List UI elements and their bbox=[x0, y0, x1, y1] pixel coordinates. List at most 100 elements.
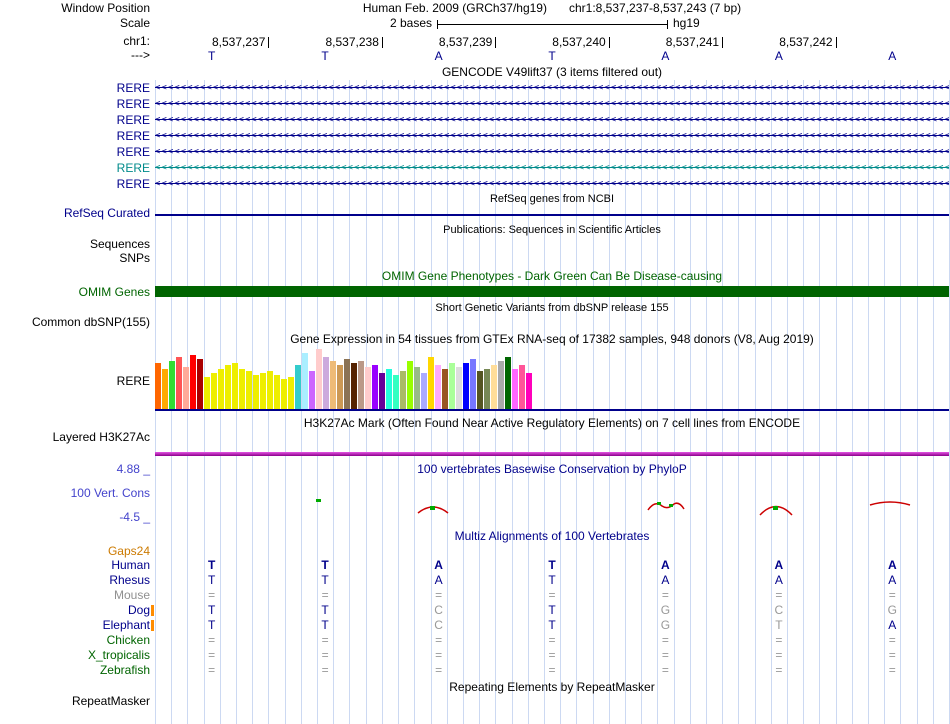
gtex-gene-label[interactable]: RERE bbox=[0, 375, 150, 388]
species-label-elephant[interactable]: Elephant bbox=[0, 619, 150, 632]
gene-label[interactable]: RERE bbox=[0, 178, 150, 191]
gtex-tissue-bar[interactable] bbox=[239, 369, 245, 409]
gene-transcript[interactable]: <<<<<<<<<<<<<<<<<<<<<<<<<<<<<<<<<<<<<<<<… bbox=[155, 98, 949, 111]
gtex-tissue-bar[interactable] bbox=[309, 371, 315, 409]
gtex-tissue-bar[interactable] bbox=[442, 369, 448, 409]
gene-label[interactable]: RERE bbox=[0, 114, 150, 127]
gtex-tissue-bar[interactable] bbox=[281, 379, 287, 409]
gtex-tissue-bar[interactable] bbox=[484, 369, 490, 409]
gtex-tissue-bar[interactable] bbox=[344, 359, 350, 409]
dbsnp-label[interactable]: Common dbSNP(155) bbox=[0, 316, 150, 329]
gtex-tissue-bar[interactable] bbox=[400, 371, 406, 409]
gtex-tissue-bar[interactable] bbox=[162, 369, 168, 409]
species-label-mouse[interactable]: Mouse bbox=[0, 589, 150, 602]
gtex-tissue-bar[interactable] bbox=[512, 369, 518, 409]
publications-track-title[interactable]: Publications: Sequences in Scientific Ar… bbox=[155, 224, 949, 237]
refseq-curated-line[interactable] bbox=[155, 214, 949, 216]
h3k27ac-signal-line[interactable] bbox=[155, 452, 949, 456]
gtex-tissue-bar[interactable] bbox=[197, 359, 203, 409]
gene-transcript[interactable]: <<<<<<<<<<<<<<<<<<<<<<<<<<<<<<<<<<<<<<<<… bbox=[155, 146, 949, 159]
phylop-track-title[interactable]: 100 vertebrates Basewise Conservation by… bbox=[155, 463, 949, 476]
gtex-tissue-bar[interactable] bbox=[330, 361, 336, 409]
species-label-zebrafish[interactable]: Zebrafish bbox=[0, 664, 150, 677]
gtex-tissue-bar[interactable] bbox=[351, 363, 357, 409]
gtex-tissue-bar[interactable] bbox=[204, 377, 210, 409]
gene-label[interactable]: RERE bbox=[0, 82, 150, 95]
gtex-tissue-bar[interactable] bbox=[393, 375, 399, 409]
omim-genes-bar[interactable] bbox=[155, 286, 949, 297]
gtex-tissue-bar[interactable] bbox=[358, 361, 364, 409]
gtex-tissue-bar[interactable] bbox=[365, 367, 371, 409]
gtex-tissue-bar[interactable] bbox=[302, 353, 308, 409]
gtex-tissue-bar[interactable] bbox=[505, 357, 511, 409]
multiz-track-title[interactable]: Multiz Alignments of 100 Vertebrates bbox=[155, 530, 949, 543]
gtex-tissue-bar[interactable] bbox=[260, 373, 266, 409]
gtex-tissue-bar[interactable] bbox=[183, 367, 189, 409]
publications-sequences-label[interactable]: Sequences bbox=[0, 238, 150, 251]
gtex-tissue-bar[interactable] bbox=[407, 361, 413, 409]
gtex-tissue-bar[interactable] bbox=[246, 371, 252, 409]
species-label-rhesus[interactable]: Rhesus bbox=[0, 574, 150, 587]
repeatmasker-label[interactable]: RepeatMasker bbox=[0, 695, 150, 708]
gtex-tissue-bar[interactable] bbox=[435, 365, 441, 409]
gtex-tissue-bar[interactable] bbox=[316, 349, 322, 409]
repeatmasker-track-title[interactable]: Repeating Elements by RepeatMasker bbox=[155, 681, 949, 694]
publications-snps-label[interactable]: SNPs bbox=[0, 252, 150, 265]
gtex-tissue-bar[interactable] bbox=[218, 369, 224, 409]
refseq-curated-label[interactable]: RefSeq Curated bbox=[0, 207, 150, 220]
omim-track-title[interactable]: OMIM Gene Phenotypes - Dark Green Can Be… bbox=[155, 270, 949, 283]
gene-transcript[interactable]: <<<<<<<<<<<<<<<<<<<<<<<<<<<<<<<<<<<<<<<<… bbox=[155, 130, 949, 143]
gtex-tissue-bar[interactable] bbox=[379, 373, 385, 409]
gtex-tissue-bar[interactable] bbox=[386, 369, 392, 409]
gtex-tissue-bar[interactable] bbox=[225, 365, 231, 409]
gtex-tissue-bar[interactable] bbox=[519, 365, 525, 409]
phylop-wiggle-track[interactable] bbox=[155, 494, 949, 524]
gtex-tissue-bar[interactable] bbox=[449, 363, 455, 409]
gtex-tissue-bar[interactable] bbox=[372, 365, 378, 409]
gtex-tissue-bar[interactable] bbox=[295, 365, 301, 409]
phylop-label[interactable]: 100 Vert. Cons bbox=[0, 487, 150, 500]
h3k27ac-label[interactable]: Layered H3K27Ac bbox=[0, 431, 150, 444]
gtex-tissue-bar[interactable] bbox=[211, 373, 217, 409]
gene-label[interactable]: RERE bbox=[0, 162, 150, 175]
gene-transcript[interactable]: <<<<<<<<<<<<<<<<<<<<<<<<<<<<<<<<<<<<<<<<… bbox=[155, 162, 949, 175]
gtex-tissue-bar[interactable] bbox=[267, 371, 273, 409]
gtex-tissue-bar[interactable] bbox=[155, 363, 161, 409]
gene-transcript[interactable]: <<<<<<<<<<<<<<<<<<<<<<<<<<<<<<<<<<<<<<<<… bbox=[155, 114, 949, 127]
gtex-tissue-bar[interactable] bbox=[463, 363, 469, 409]
gtex-bar-chart[interactable] bbox=[155, 345, 532, 409]
gtex-tissue-bar[interactable] bbox=[421, 373, 427, 409]
gtex-tissue-bar[interactable] bbox=[428, 357, 434, 409]
gene-label[interactable]: RERE bbox=[0, 130, 150, 143]
gtex-tissue-bar[interactable] bbox=[323, 357, 329, 409]
gene-transcript[interactable]: <<<<<<<<<<<<<<<<<<<<<<<<<<<<<<<<<<<<<<<<… bbox=[155, 82, 949, 95]
gtex-tissue-bar[interactable] bbox=[456, 367, 462, 409]
gtex-tissue-bar[interactable] bbox=[190, 355, 196, 409]
gene-label[interactable]: RERE bbox=[0, 146, 150, 159]
refseq-center-label[interactable]: RefSeq genes from NCBI bbox=[155, 193, 949, 206]
gtex-tissue-bar[interactable] bbox=[232, 363, 238, 409]
gencode-track-title[interactable]: GENCODE V49lift37 (3 items filtered out) bbox=[155, 66, 949, 79]
gtex-tissue-bar[interactable] bbox=[498, 361, 504, 409]
gtex-tissue-bar[interactable] bbox=[526, 373, 532, 409]
gtex-tissue-bar[interactable] bbox=[176, 357, 182, 409]
species-label-dog[interactable]: Dog bbox=[0, 604, 150, 617]
gtex-tissue-bar[interactable] bbox=[253, 375, 259, 409]
species-label-human[interactable]: Human bbox=[0, 559, 150, 572]
dbsnp-track-title[interactable]: Short Genetic Variants from dbSNP releas… bbox=[155, 302, 949, 315]
gtex-tissue-bar[interactable] bbox=[337, 365, 343, 409]
gtex-tissue-bar[interactable] bbox=[169, 361, 175, 409]
gene-transcript[interactable]: <<<<<<<<<<<<<<<<<<<<<<<<<<<<<<<<<<<<<<<<… bbox=[155, 178, 949, 191]
gtex-tissue-bar[interactable] bbox=[477, 371, 483, 409]
gene-label[interactable]: RERE bbox=[0, 98, 150, 111]
h3k27ac-track-title[interactable]: H3K27Ac Mark (Often Found Near Active Re… bbox=[155, 417, 949, 430]
omim-genes-label[interactable]: OMIM Genes bbox=[0, 286, 150, 299]
species-label-x_tropicalis[interactable]: X_tropicalis bbox=[0, 649, 150, 662]
gtex-tissue-bar[interactable] bbox=[470, 359, 476, 409]
species-label-chicken[interactable]: Chicken bbox=[0, 634, 150, 647]
multiz-gaps-label[interactable]: Gaps24 bbox=[0, 545, 150, 558]
gtex-tissue-bar[interactable] bbox=[274, 375, 280, 409]
gtex-tissue-bar[interactable] bbox=[414, 367, 420, 409]
gtex-tissue-bar[interactable] bbox=[491, 365, 497, 409]
gtex-tissue-bar[interactable] bbox=[288, 377, 294, 409]
